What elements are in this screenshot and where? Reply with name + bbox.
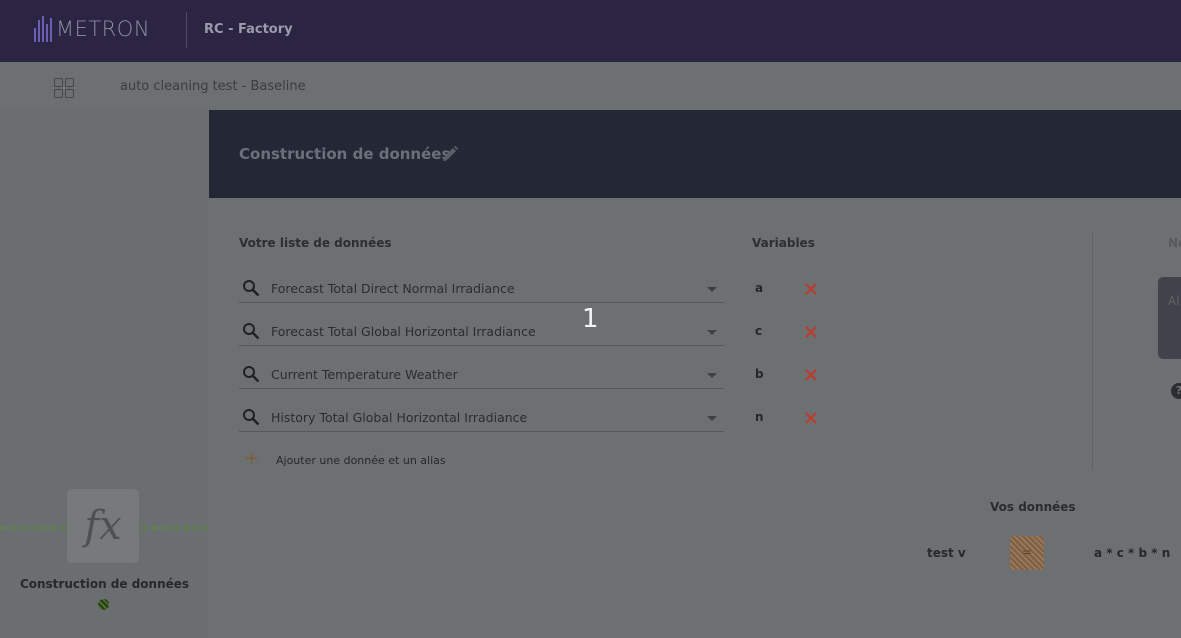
data-formula: a * c * b * n <box>1094 546 1171 560</box>
your-data-title: Vos données <box>990 500 1076 514</box>
equals-icon: = <box>1021 545 1033 559</box>
node-status-dot[interactable] <box>98 599 109 610</box>
variables-header: Variables <box>752 236 815 250</box>
breadcrumb[interactable]: auto cleaning test - Baseline <box>120 79 306 94</box>
equals-operator-badge[interactable]: = <box>1010 536 1044 570</box>
add-data-alias-link[interactable]: Ajouter une donnée et un alias <box>276 454 446 467</box>
search-icon <box>243 280 260 297</box>
chevron-down-icon[interactable] <box>707 287 717 292</box>
variable-alias: n <box>755 410 764 424</box>
project-name[interactable]: RC - Factory <box>204 22 293 37</box>
data-name: test v <box>927 546 966 560</box>
variable-alias: b <box>755 367 764 381</box>
column-divider <box>1092 232 1093 470</box>
page-title: Construction de données <box>239 145 451 163</box>
variable-alias: c <box>755 324 763 338</box>
data-list-header: Votre liste de données <box>239 236 392 250</box>
add-icon[interactable]: + <box>244 450 259 468</box>
edit-pencil-icon[interactable] <box>441 145 459 163</box>
topbar-divider <box>186 12 187 48</box>
right-column-header: Ne <box>1168 236 1181 250</box>
chevron-down-icon[interactable] <box>707 373 717 378</box>
data-select-value: History Total Global Horizontal Irradian… <box>271 410 528 425</box>
fx-node[interactable]: fx <box>66 488 140 564</box>
data-select-value: Forecast Total Direct Normal Irradiance <box>271 281 515 296</box>
apps-grid-icon[interactable] <box>54 78 74 98</box>
node-label: Construction de données <box>19 577 190 591</box>
delete-icon[interactable] <box>804 282 818 296</box>
top-bar: METRON RC - Factory <box>0 0 1181 62</box>
fx-icon: fx <box>84 503 122 549</box>
step-number: 1 <box>582 304 599 334</box>
chevron-down-icon[interactable] <box>707 416 717 421</box>
data-select-value: Current Temperature Weather <box>271 367 458 382</box>
chevron-down-icon[interactable] <box>707 330 717 335</box>
search-icon <box>243 409 260 426</box>
logo-bars-icon <box>34 16 52 42</box>
delete-icon[interactable] <box>804 368 818 382</box>
delete-icon[interactable] <box>804 325 818 339</box>
metron-logo[interactable]: METRON <box>34 14 150 44</box>
data-select-value: Forecast Total Global Horizontal Irradia… <box>271 324 536 339</box>
help-icon[interactable]: ? <box>1171 383 1181 399</box>
variable-alias: a <box>755 281 764 295</box>
search-icon <box>243 323 260 340</box>
right-box-text: Al <box>1168 294 1180 308</box>
search-icon <box>243 366 260 383</box>
right-panel-box[interactable]: Al <box>1158 277 1181 359</box>
brand-name: METRON <box>56 17 151 41</box>
delete-icon[interactable] <box>804 411 818 425</box>
